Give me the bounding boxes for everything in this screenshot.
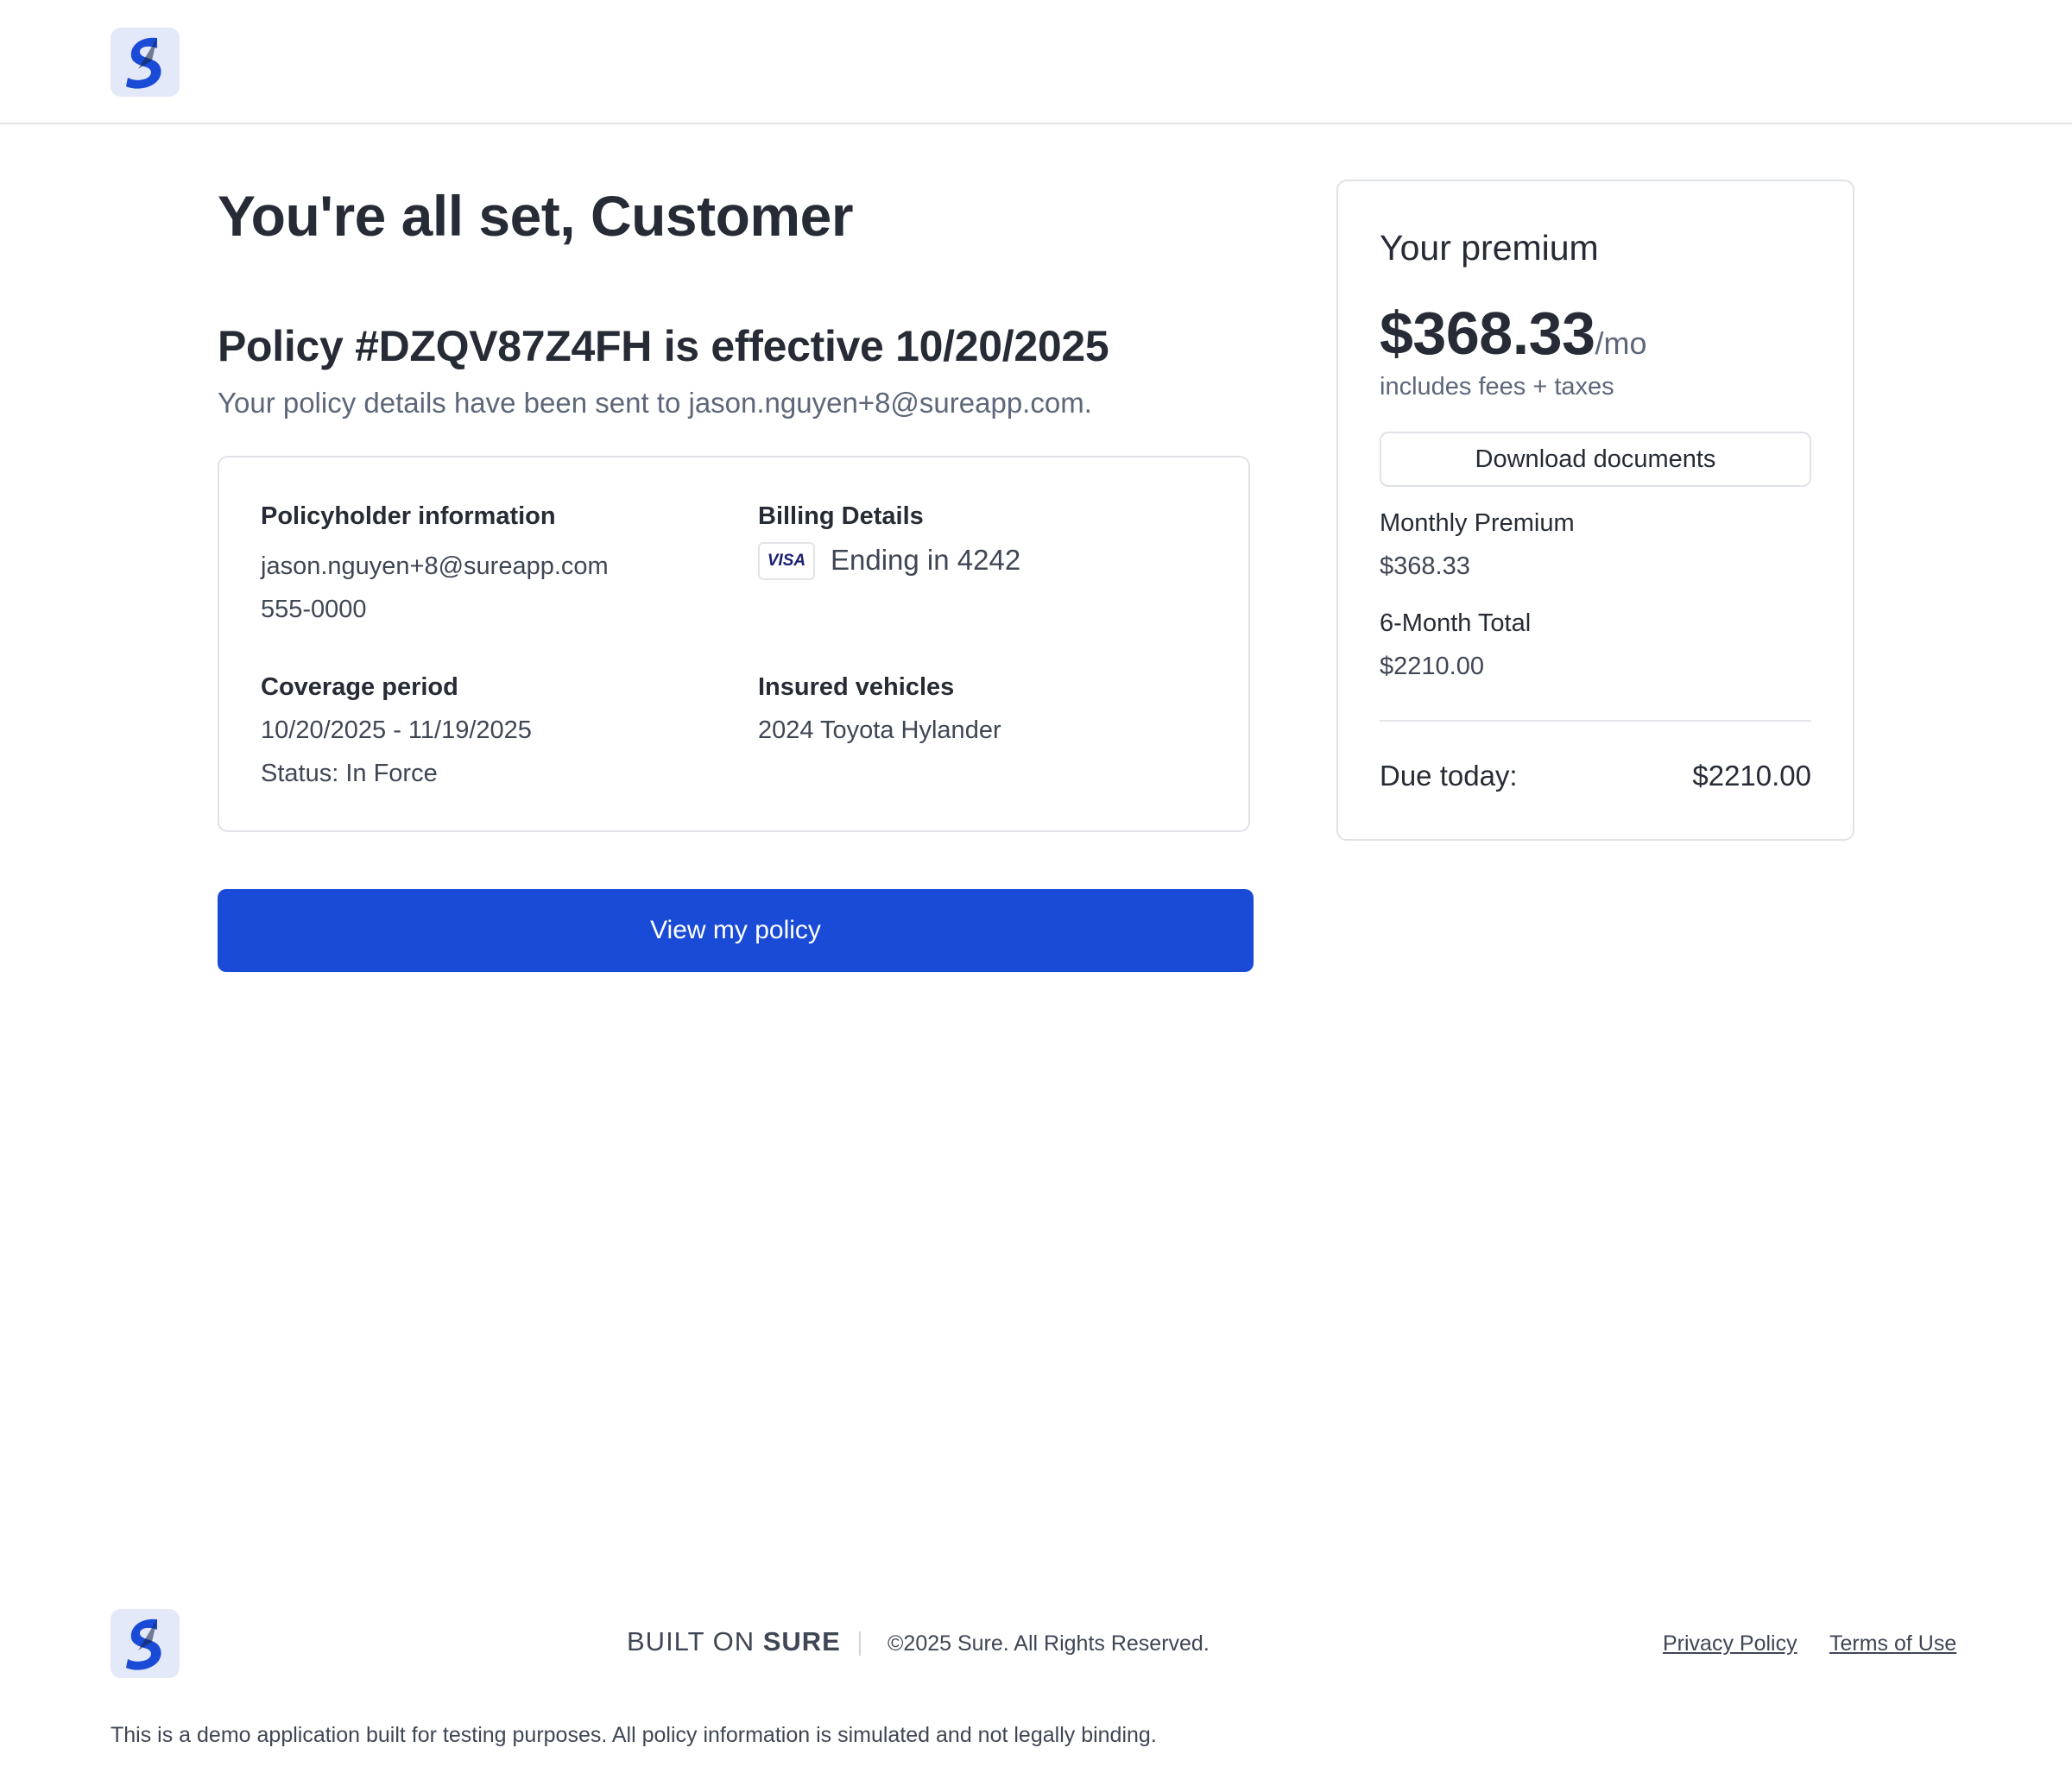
disclaimer: This is a demo application built for tes… (111, 1723, 1157, 1747)
policy-subtext: Your policy details have been sent to ja… (218, 387, 1092, 419)
vehicles-label: Insured vehicles (758, 673, 955, 701)
monthly-premium-label: Monthly Premium (1380, 509, 1575, 537)
download-documents-button[interactable]: Download documents (1380, 432, 1811, 487)
billing-label: Billing Details (758, 502, 924, 530)
sure-logo-icon (126, 37, 161, 89)
visa-card-icon: VISA (758, 542, 815, 580)
premium-divider (1380, 720, 1811, 722)
coverage-period: 10/20/2025 - 11/19/2025 (261, 716, 532, 744)
page-title: You're all set, Customer (218, 184, 854, 248)
view-policy-button[interactable]: View my policy (218, 889, 1254, 972)
premium-amount: $368.33/mo (1380, 299, 1647, 368)
due-today-label: Due today: (1380, 760, 1518, 792)
privacy-policy-link[interactable]: Privacy Policy (1663, 1631, 1797, 1656)
header-logo[interactable] (111, 28, 180, 97)
premium-title: Your premium (1380, 228, 1599, 268)
policyholder-phone: 555-0000 (261, 596, 367, 623)
built-on-sure: BUILT ON SURE (627, 1626, 841, 1657)
coverage-status: Status: In Force (261, 760, 438, 787)
premium-amount-value: $368.33 (1380, 300, 1595, 367)
footer-logo[interactable] (111, 1609, 180, 1678)
vehicle-item: 2024 Toyota Hylander (758, 716, 1001, 744)
copyright: ©2025 Sure. All Rights Reserved. (888, 1631, 1210, 1656)
monthly-premium-value: $368.33 (1380, 552, 1470, 580)
premium-card: Your premium $368.33/mo includes fees + … (1336, 180, 1854, 841)
premium-note: includes fees + taxes (1380, 373, 1614, 401)
six-month-total-value: $2210.00 (1380, 653, 1484, 680)
terms-of-use-link[interactable]: Terms of Use (1829, 1631, 1956, 1656)
policyholder-label: Policyholder information (261, 502, 556, 530)
sure-logo-icon (126, 1618, 161, 1670)
header-divider (0, 123, 2072, 124)
policyholder-email: jason.nguyen+8@sureapp.com (261, 552, 609, 580)
built-on-brand: SURE (762, 1626, 841, 1656)
due-today-value: $2210.00 (1692, 760, 1811, 792)
coverage-label: Coverage period (261, 673, 458, 701)
policy-heading: Policy #DZQV87Z4FH is effective 10/20/20… (218, 322, 1109, 370)
six-month-total-label: 6-Month Total (1380, 609, 1532, 637)
footer-separator (859, 1631, 861, 1656)
card-ending: Ending in 4242 (831, 544, 1021, 576)
premium-amount-unit: /mo (1595, 325, 1647, 361)
built-on-text: BUILT ON (627, 1626, 755, 1656)
policy-details-card: Policyholder information jason.nguyen+8@… (218, 456, 1250, 832)
